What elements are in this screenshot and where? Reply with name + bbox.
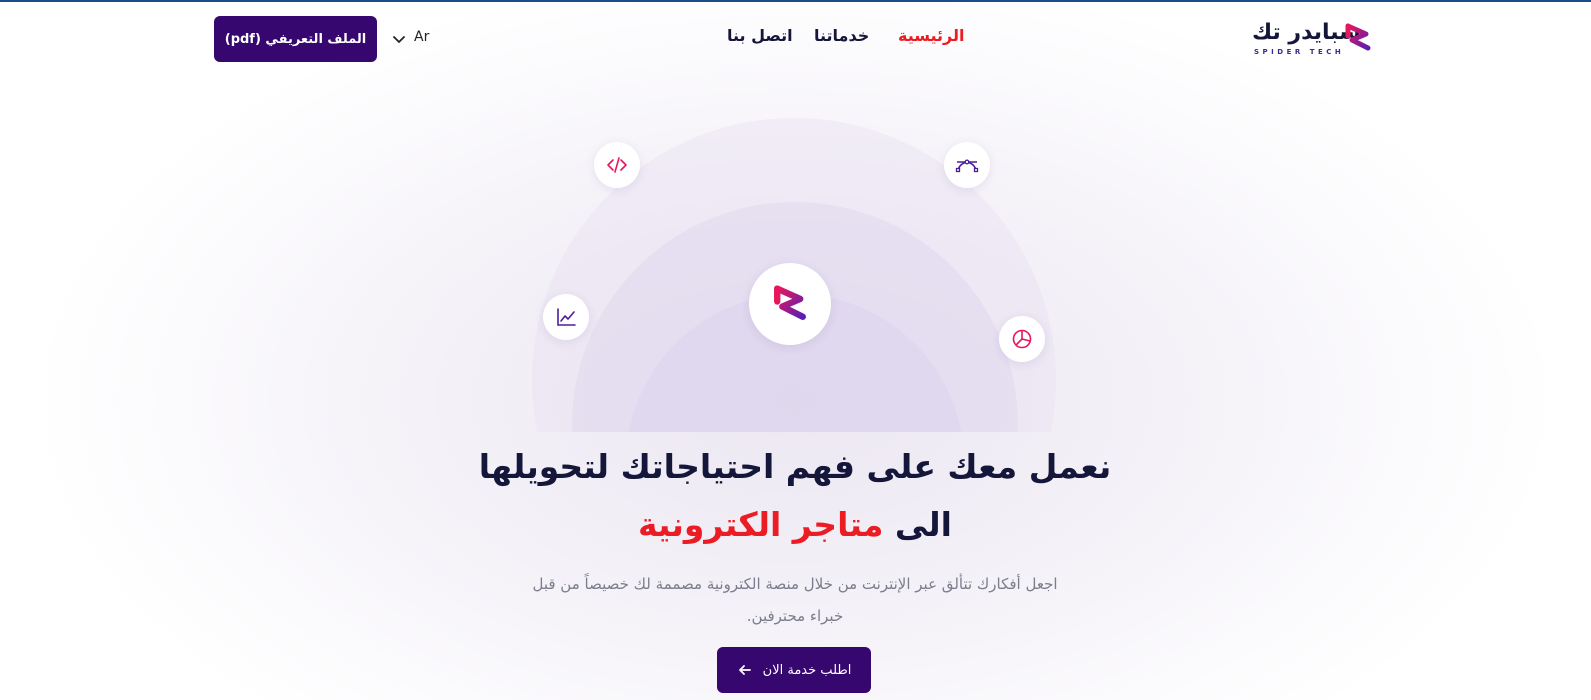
page: سبايدر تك SPIDER TECH الرئيسية خدماتنا ا…: [0, 0, 1591, 700]
request-service-button[interactable]: اطلب خدمة الان: [717, 647, 871, 693]
arrow-left-icon: [738, 665, 751, 675]
logo-mark-icon: [1345, 23, 1371, 51]
company-profile-button-label: الملف التعريفي (pdf): [224, 31, 367, 47]
hero-headline: نعمل معك على فهم احتياجاتك لتحويلها الى …: [395, 438, 1195, 554]
bezier-curve-icon: [955, 159, 979, 173]
pie-chart-icon: [1012, 329, 1032, 349]
pie-orb: [999, 316, 1045, 362]
bezier-orb: [944, 142, 990, 188]
headline-line-1: نعمل معك على فهم احتياجاتك لتحويلها: [478, 447, 1112, 486]
headline-accent: متاجر الكترونية: [638, 505, 884, 544]
headline-prefix: الى: [894, 505, 952, 544]
code-icon: [607, 157, 627, 173]
logo-mark-icon: [774, 285, 806, 320]
hero-description: اجعل أفكارك تتألق عبر الإنترنت من خلال م…: [532, 575, 1058, 625]
site-logo[interactable]: سبايدر تك SPIDER TECH: [1252, 18, 1378, 62]
language-value: Ar: [414, 29, 430, 45]
line-chart-icon: [557, 308, 576, 326]
company-profile-button[interactable]: الملف التعريفي (pdf): [214, 16, 377, 62]
headline-line-2: الى متاجر الكترونية: [395, 496, 1195, 554]
nav-home[interactable]: الرئيسية: [898, 26, 965, 52]
request-service-label: اطلب خدمة الان: [762, 662, 852, 678]
nav-contact[interactable]: اتصل بنا: [727, 26, 793, 52]
nav-services[interactable]: خدماتنا: [814, 26, 869, 52]
logo-subtext: SPIDER TECH: [1254, 48, 1345, 56]
chart-orb: [543, 294, 589, 340]
site-header: سبايدر تك SPIDER TECH الرئيسية خدماتنا ا…: [0, 0, 1591, 78]
chevron-down-icon: [393, 36, 405, 43]
code-orb: [594, 142, 640, 188]
hero-logo-orb: [749, 263, 831, 345]
